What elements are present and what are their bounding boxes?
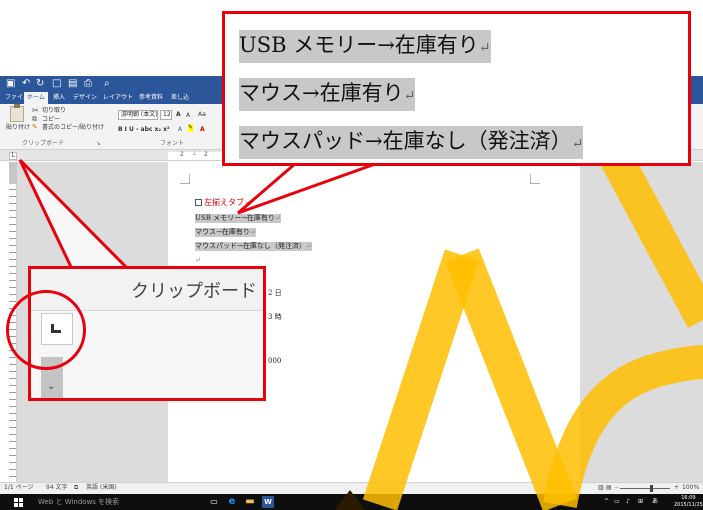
ruler-number: 2 (204, 151, 208, 158)
format-buttons[interactable]: B I U - abc x₂ x² (118, 126, 170, 134)
cut-label[interactable]: 切り取り (42, 107, 66, 115)
vertical-ruler-margin (9, 162, 17, 184)
document-line[interactable]: マウスパッド→在庫なし（発注済）↵ (195, 242, 312, 251)
zoom-out-icon[interactable]: − (614, 484, 619, 492)
tab-mailings[interactable]: 差し込 (168, 92, 192, 104)
shrink-font-icon[interactable]: A (186, 112, 190, 120)
read-mode-icon[interactable]: ▥ (598, 484, 604, 492)
ime-indicator[interactable]: あ (652, 498, 658, 506)
print-icon[interactable]: ⎙ (84, 78, 92, 90)
empty-line[interactable]: ↵ (195, 256, 201, 265)
page-corner-mark (180, 174, 190, 184)
system-clock[interactable]: 16:09 2015/11/25 (674, 495, 703, 509)
word-taskbar-icon[interactable]: W (262, 496, 274, 508)
volume-icon[interactable]: ♪ (626, 498, 630, 506)
heading-text: 左揃えタブ (204, 198, 244, 207)
scissors-icon[interactable]: ✂ (32, 106, 39, 115)
format-painter-icon[interactable]: ✎ (32, 123, 38, 131)
tab-layout[interactable]: レイアウト (100, 92, 136, 104)
proofing-icon[interactable]: ⧉ (74, 484, 78, 492)
effects-icon[interactable]: A (178, 126, 182, 134)
word-count[interactable]: 94 文字 (46, 484, 68, 492)
callout-line: マウスパッド→在庫なし（発注済）↵ (239, 126, 584, 159)
tab-selector-button[interactable]: ᒪ (9, 152, 17, 160)
font-color-icon[interactable]: A (200, 126, 205, 134)
zoom-level[interactable]: 100% (682, 484, 699, 492)
tab-design[interactable]: デザイン (70, 92, 100, 104)
copy-label[interactable]: コピー (42, 116, 60, 124)
print-preview-icon[interactable]: ⌕ (104, 78, 110, 90)
font-name-box[interactable]: 游明朝 (本文( (118, 110, 158, 120)
change-case-icon[interactable]: Aa (198, 111, 206, 119)
windows-start-icon[interactable] (14, 498, 23, 507)
page-count[interactable]: 1/1 ページ (4, 484, 33, 492)
language-status[interactable]: 英語 (米国) (86, 484, 117, 492)
zoom-callout-text: USB メモリー→在庫有り↵ マウス→在庫有り↵ マウスパッド→在庫なし（発注済… (222, 11, 691, 166)
callout-line: マウス→在庫有り↵ (239, 78, 416, 111)
zoom-in-icon[interactable]: + (674, 484, 679, 492)
paste-label[interactable]: 貼り付け (6, 124, 30, 132)
redo-icon[interactable]: ↻ (36, 78, 44, 90)
clock-date: 2015/11/25 (674, 502, 703, 508)
tab-references[interactable]: 参考資料 (136, 92, 166, 104)
document-line[interactable]: マウス→在庫有り↵ (195, 228, 256, 237)
document-heading[interactable]: 左揃えタブ↵ (195, 198, 251, 208)
taskbar-search-box[interactable]: Web と Windows を検索 (38, 497, 119, 507)
ruler-number: 2 (180, 151, 184, 158)
zoom-slider-thumb[interactable] (650, 485, 653, 492)
format-painter-label[interactable]: 書式のコピー/貼り付け (42, 124, 104, 132)
tray-expand-icon[interactable]: ^ (604, 498, 609, 506)
keyboard-icon[interactable]: ⊞ (638, 498, 643, 506)
tab-home[interactable]: ホーム (24, 92, 48, 104)
edge-icon[interactable]: e (226, 496, 238, 508)
document-fragment: 2 日 (268, 289, 282, 297)
open-icon[interactable]: ▤ (68, 78, 77, 90)
print-layout-icon[interactable]: ▤ (606, 484, 612, 492)
highlight-circle (6, 290, 86, 370)
tab-insert[interactable]: 挿入 (50, 92, 68, 104)
highlight-icon[interactable]: ✎ (188, 124, 194, 132)
clipboard-group-label: クリップボード (22, 140, 65, 147)
bullet-icon (195, 199, 202, 206)
page-corner-mark (530, 174, 540, 184)
document-fragment: 000 (268, 357, 282, 365)
save-icon[interactable]: ▣ (6, 78, 15, 90)
document-fragment: 3 時 (268, 313, 282, 321)
font-size-box[interactable]: 12 (160, 110, 172, 120)
paste-icon[interactable] (10, 104, 24, 122)
grow-font-icon[interactable]: A (176, 111, 181, 119)
zoom-slider[interactable] (620, 488, 670, 489)
clipboard-launcher-icon[interactable]: ↘ (96, 140, 101, 147)
clock-time: 16:09 (681, 495, 696, 501)
task-view-icon[interactable]: ▭ (208, 496, 220, 508)
new-document-icon[interactable]: □ (52, 78, 61, 90)
file-explorer-icon[interactable]: ▬ (244, 496, 256, 508)
callout-title: クリップボード (131, 281, 257, 302)
document-line[interactable]: USB メモリー→在庫有り↵ (195, 214, 281, 223)
notification-icon[interactable]: ▭ (614, 498, 620, 506)
font-group-label: フォント (160, 140, 185, 147)
indent-marker-icon[interactable]: ⊥ (192, 150, 197, 158)
undo-icon[interactable]: ↶ (22, 78, 30, 90)
callout-line: USB メモリー→在庫有り↵ (239, 30, 491, 63)
